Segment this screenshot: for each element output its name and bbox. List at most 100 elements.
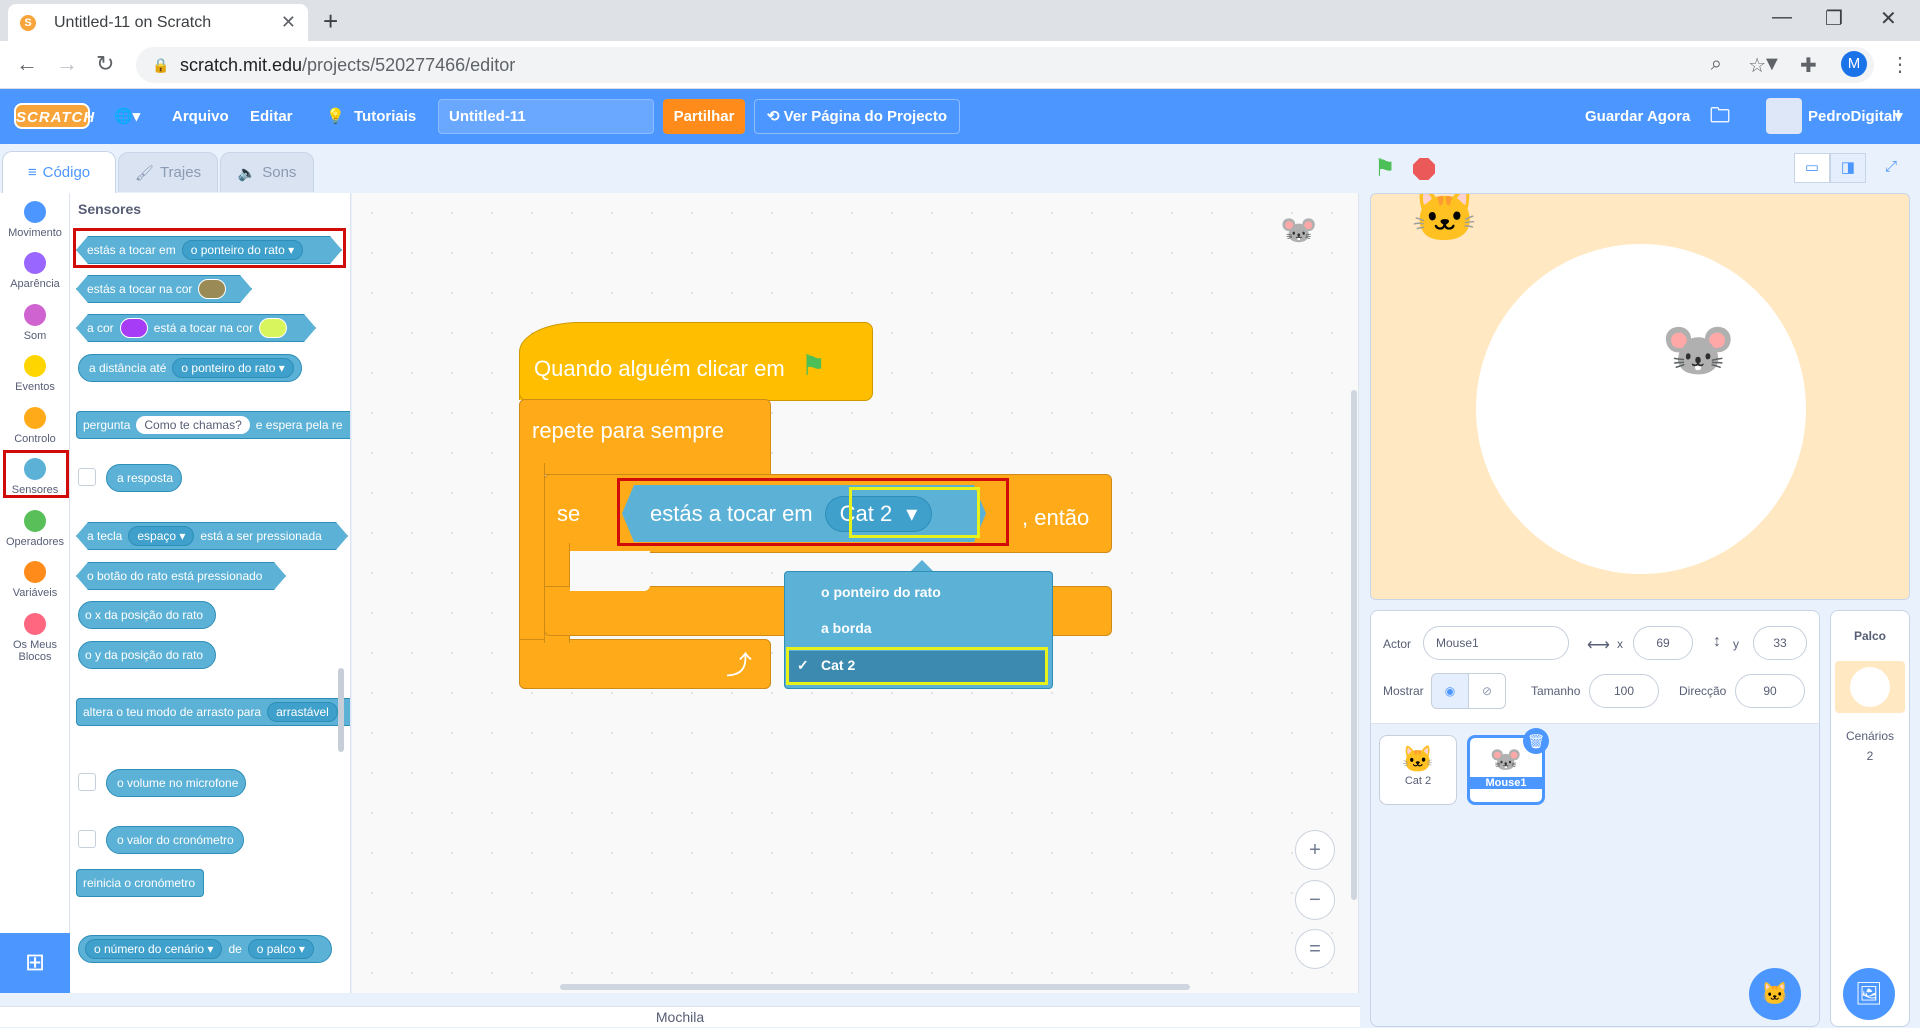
block-loudness[interactable]: o volume no microfone (106, 769, 246, 797)
zoom-in-button[interactable]: + (1295, 830, 1335, 870)
minimize-icon[interactable]: — (1772, 6, 1792, 29)
color-swatch-yellow[interactable] (259, 318, 287, 338)
sprite-thumb-cat-2[interactable]: 🐱 Cat 2 (1379, 735, 1457, 805)
back-icon[interactable]: ← (16, 51, 38, 77)
distance-dropdown[interactable]: o ponteiro do rato ▾ (172, 358, 294, 378)
workspace-vertical-scrollbar[interactable] (1351, 390, 1357, 900)
block-mouse-x[interactable]: o x da posição do rato (78, 601, 216, 629)
restore-icon[interactable]: ❐ (1825, 6, 1843, 31)
block-mouse-y[interactable]: o y da posição do rato (78, 641, 216, 669)
zoom-magnifier-icon[interactable]: ⌕ (1711, 53, 1722, 76)
block-ask-and-wait[interactable]: pergunta Como te chamas? e espera pela re (76, 411, 350, 439)
when-flag-clicked-block[interactable]: Quando alguém clicar em ⚑ (519, 322, 873, 401)
username[interactable]: PedroDigitall (1808, 89, 1901, 144)
stage-thumbnail[interactable] (1835, 661, 1905, 713)
y-input[interactable]: 33 (1753, 626, 1807, 660)
mouse-sprite-icon[interactable]: 🐭 (1661, 314, 1736, 385)
browser-menu-icon[interactable]: ⋮ (1890, 52, 1910, 77)
zoom-out-button[interactable]: − (1295, 880, 1335, 920)
ask-question-field[interactable]: Como te chamas? (136, 416, 250, 434)
choose-backdrop-button[interactable]: 🖼 (1843, 968, 1895, 1020)
normal-stage-icon[interactable]: ◨ (1830, 153, 1866, 183)
drag-mode-dropdown[interactable]: arrastável (267, 702, 338, 722)
add-extension-icon[interactable]: ⊞ (0, 933, 70, 993)
block-color-touching-color[interactable]: a cor está a tocar na cor (76, 314, 316, 342)
backdrop-attribute-dropdown[interactable]: o número do cenário ▾ (85, 939, 223, 959)
tab-costumes[interactable]: 🖌 Trajes (118, 152, 218, 192)
category-9[interactable]: Os Meus Blocos (0, 613, 70, 663)
reload-icon[interactable]: ↻ (96, 51, 114, 77)
block-distance-to[interactable]: a distância até o ponteiro do rato ▾ (78, 354, 302, 382)
backpack[interactable]: Mochila (0, 1006, 1360, 1027)
account-chevron-down-icon[interactable]: ▾ (1895, 89, 1903, 144)
menu-file[interactable]: Arquivo (172, 89, 229, 144)
option-mouse-pointer[interactable]: o ponteiro do rato (821, 578, 941, 606)
browser-tab[interactable]: S Untitled-11 on Scratch ✕ (8, 4, 308, 41)
zoom-reset-button[interactable]: = (1295, 929, 1335, 969)
category-7[interactable]: Operadores (0, 510, 70, 548)
answer-checkbox[interactable] (78, 468, 96, 486)
small-stage-icon[interactable]: ▭ (1794, 153, 1830, 183)
block-mouse-down[interactable]: o botão do rato está pressionado (76, 562, 286, 590)
loudness-checkbox[interactable] (78, 773, 96, 791)
hide-eye-icon[interactable]: ⊘ (1468, 673, 1506, 709)
block-answer[interactable]: a resposta (106, 464, 182, 492)
stage-selector[interactable]: Palco Cenários 2 (1830, 610, 1910, 1027)
green-flag-button[interactable]: ⚑ (1374, 154, 1396, 183)
cat-sprite-icon[interactable]: 🐱 (1411, 194, 1478, 247)
category-3[interactable]: Som (0, 304, 70, 342)
user-avatar[interactable] (1766, 98, 1802, 134)
block-key-pressed[interactable]: a tecla espaço ▾ está a ser pressionada (76, 522, 348, 550)
language-globe-icon[interactable]: 🌐▾ (114, 89, 140, 144)
menu-edit[interactable]: Editar (250, 89, 293, 144)
stop-button[interactable] (1413, 158, 1435, 180)
show-eye-icon[interactable]: ◉ (1431, 673, 1469, 709)
sprite-thumb-name: Mouse1 (1470, 777, 1542, 789)
block-timer[interactable]: o valor do cronómetro (106, 826, 244, 854)
x-input[interactable]: 69 (1633, 626, 1693, 660)
category-4[interactable]: Eventos (0, 355, 70, 393)
fullscreen-icon[interactable]: ⤢ (1873, 153, 1909, 183)
browser-profile-avatar[interactable]: M (1841, 51, 1867, 77)
timer-checkbox[interactable] (78, 830, 96, 848)
category-8[interactable]: Variáveis (0, 561, 70, 599)
color-swatch[interactable] (198, 279, 226, 299)
actor-name-input[interactable]: Mouse1 (1423, 626, 1569, 660)
new-tab-icon[interactable]: + (323, 6, 338, 37)
palette-scrollbar[interactable] (338, 668, 344, 752)
category-5[interactable]: Controlo (0, 407, 70, 445)
stage-canvas[interactable]: 🐱 🐭 (1370, 193, 1910, 600)
folder-icon[interactable]: 🗀 (1710, 89, 1730, 144)
forever-block[interactable]: repete para sempre (519, 399, 771, 475)
menu-tutorials[interactable]: Tutoriais (354, 89, 416, 144)
remix-arrows-icon: ⟲ (766, 108, 784, 125)
block-of[interactable]: o número do cenário ▾ de o palco ▾ (78, 935, 332, 963)
extension-icon[interactable]: ▼ (1762, 53, 1782, 76)
url-field[interactable]: 🔒 scratch.mit.edu/projects/520277466/edi… (136, 47, 1874, 83)
tab-sounds[interactable]: 🔈 Sons (220, 152, 314, 192)
workspace-horizontal-scrollbar[interactable] (560, 984, 1190, 990)
forward-icon[interactable]: → (56, 51, 78, 77)
delete-sprite-icon[interactable]: 🗑 (1523, 728, 1549, 754)
key-dropdown[interactable]: espaço ▾ (128, 526, 194, 546)
scratch-logo[interactable]: SCRATCH (14, 103, 94, 129)
direction-input[interactable]: 90 (1735, 674, 1805, 708)
object-dropdown[interactable]: o palco ▾ (247, 939, 314, 959)
project-title-input[interactable]: Untitled-11 (438, 99, 654, 134)
choose-sprite-button[interactable]: 🐱 (1749, 968, 1801, 1020)
color-swatch-purple[interactable] (120, 318, 148, 338)
category-2[interactable]: Aparência (0, 252, 70, 290)
block-touching-color[interactable]: estás a tocar na cor (76, 275, 252, 303)
extensions-puzzle-icon[interactable]: ✚ (1800, 53, 1817, 78)
share-button[interactable]: Partilhar (663, 99, 745, 134)
option-edge[interactable]: a borda (821, 614, 872, 642)
save-now-button[interactable]: Guardar Agora (1585, 89, 1690, 144)
project-page-button[interactable]: ⟲ Ver Página do Projecto (754, 99, 960, 134)
close-window-icon[interactable]: ✕ (1880, 6, 1897, 31)
category-1[interactable]: Movimento (0, 201, 70, 239)
size-input[interactable]: 100 (1589, 674, 1659, 708)
block-set-drag-mode[interactable]: altera o teu modo de arrasto para arrastá… (76, 698, 350, 726)
tab-code[interactable]: ≡ Código (2, 151, 116, 193)
block-reset-timer[interactable]: reinicia o cronómetro (76, 869, 204, 897)
close-tab-icon[interactable]: ✕ (281, 12, 296, 33)
